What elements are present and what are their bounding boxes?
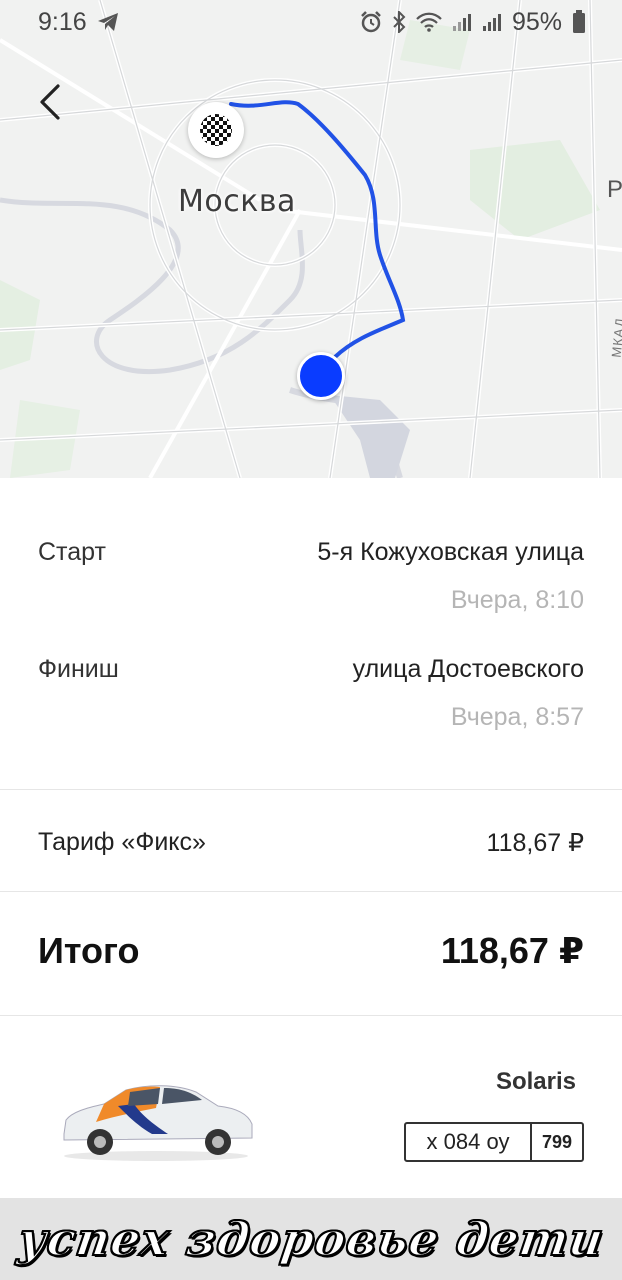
finish-time: Вчера, 8:57 [450,703,584,731]
battery-icon [572,10,586,34]
map-edge-label: Р [607,176,622,203]
map-background [0,0,622,478]
map-view[interactable]: Москва Р МКАД [0,0,622,478]
city-label: Москва [178,184,296,219]
chevron-left-icon [40,84,60,120]
total-label: Итого [38,930,140,971]
plate-region: 799 [530,1124,582,1160]
car-model: Solaris [495,1068,576,1095]
wifi-icon [416,12,442,32]
back-button[interactable] [26,76,74,128]
signal-icon [452,12,472,32]
car-image [63,1085,253,1161]
trip-details: Старт 5-я Кожуховская улица Вчера, 8:10 … [0,478,622,790]
plate-number: х 084 оу [426,1129,510,1154]
battery-percent: 95% [511,7,562,36]
bluetooth-icon [392,11,406,33]
caption-text: успех здоровье дети [14,1211,608,1267]
finish-marker[interactable] [188,102,244,158]
car-info: Solaris х 084 оу 799 [0,1016,622,1200]
license-plate: х 084 оу 799 [404,1122,584,1162]
telegram-icon [97,12,119,32]
finish-address: улица Достоевского [352,655,584,683]
signal-icon [482,12,502,32]
finish-label: Финиш [38,655,119,683]
status-bar: 9:16 95% [0,0,622,44]
caption-overlay: успех здоровье дети [0,1198,622,1280]
alarm-icon [360,11,382,33]
checkered-flag-icon [200,114,232,146]
start-marker[interactable] [297,352,345,400]
tariff-price: 118,67 ₽ [486,829,584,857]
status-time: 9:16 [38,7,87,36]
trip-start-row: Старт 5-я Кожуховская улица Вчера, 8:10 [38,538,584,628]
start-address: 5-я Кожуховская улица [317,538,584,566]
trip-finish-row: Финиш улица Достоевского Вчера, 8:57 [38,655,584,745]
tariff-row: Тариф «Фикс» 118,67 ₽ [0,790,622,892]
start-label: Старт [38,538,106,566]
total-row: Итого 118,67 ₽ [0,892,622,1016]
tariff-label: Тариф «Фикс» [38,828,206,856]
start-time: Вчера, 8:10 [450,586,584,614]
total-price: 118,67 ₽ [440,930,584,971]
